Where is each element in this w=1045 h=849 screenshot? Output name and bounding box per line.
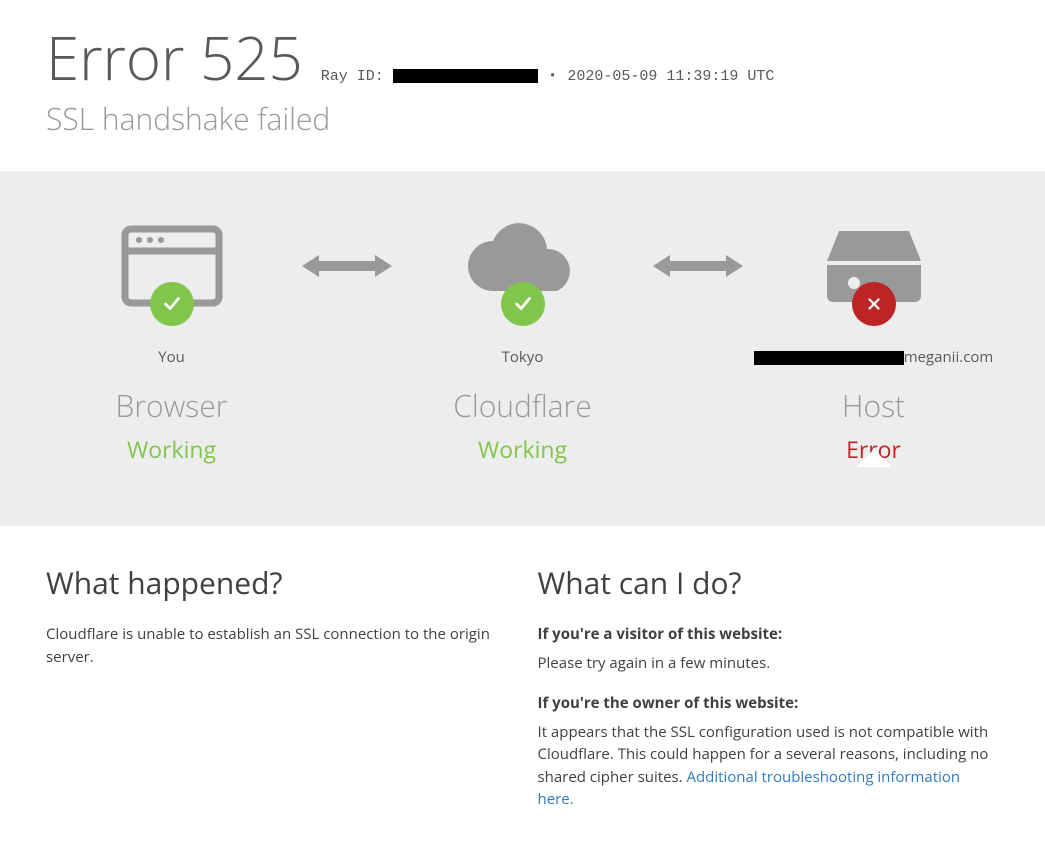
cloudflare-location: Tokyo [397,346,648,369]
status-col-browser: You Browser Working [46,221,297,466]
browser-desc: Browser [46,383,297,428]
ray-id-label: Ray ID: [321,68,393,85]
status-col-cloudflare: Tokyo Cloudflare Working [397,221,648,466]
what-happened-col: What happened? Cloudflare is unable to e… [46,560,508,829]
ray-id-wrap: Ray ID: [321,64,538,89]
visitor-heading: If you're a visitor of this website: [538,623,1000,646]
host-domain-suffix: meganii.com [904,347,994,367]
browser-status: Working [46,432,297,467]
error-header: Error 525 Ray ID: • 2020-05-09 11:39:19 … [0,0,1045,171]
what-happened-title: What happened? [46,560,508,605]
cloud-icon [448,221,598,316]
browser-location: You [46,346,297,369]
error-badge-icon [852,282,896,326]
separator-bullet: • [550,64,556,87]
arrow-icon [648,221,748,281]
body-section: What happened? Cloudflare is unable to e… [0,526,1045,849]
host-notch-icon [854,447,894,467]
ray-id-redacted [393,69,538,83]
cloudflare-status: Working [397,432,648,467]
what-can-i-do-title: What can I do? [538,560,1000,605]
check-badge-icon [150,282,194,326]
timestamp: 2020-05-09 11:39:19 UTC [567,66,774,89]
owner-body: It appears that the SSL configuration us… [538,721,1000,811]
what-can-i-do-col: What can I do? If you're a visitor of th… [538,560,1000,829]
host-location: meganii.com [748,346,999,369]
error-code: Error 525 [46,24,303,90]
visitor-body: Please try again in a few minutes. [538,652,1000,675]
host-desc: Host [748,383,999,428]
status-band: You Browser Working Tokyo Cloudflare [0,171,1045,526]
error-subtitle: SSL handshake failed [46,96,999,141]
server-icon [799,221,949,316]
what-happened-body: Cloudflare is unable to establish an SSL… [46,623,508,668]
check-badge-icon [501,282,545,326]
host-redacted [754,351,904,365]
status-col-host: meganii.com Host Error [748,221,999,466]
browser-icon [97,221,247,316]
owner-heading: If you're the owner of this website: [538,692,1000,715]
cloudflare-desc: Cloudflare [397,383,648,428]
arrow-icon [297,221,397,281]
